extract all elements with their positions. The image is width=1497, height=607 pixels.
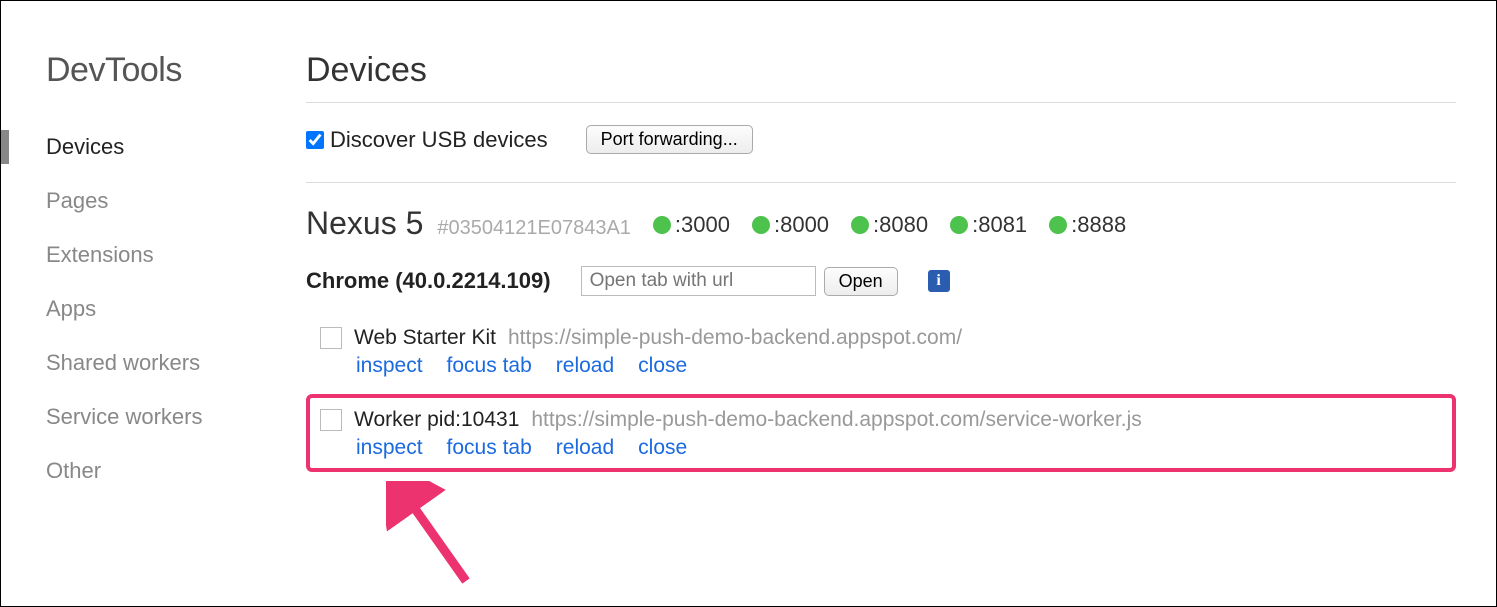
target-title: Web Starter Kit [354, 326, 496, 350]
status-dot-icon [653, 216, 671, 234]
status-dot-icon [950, 216, 968, 234]
divider [306, 102, 1456, 103]
device-header: Nexus 5 #03504121E07843A1 :3000 :8000 :8… [306, 205, 1456, 242]
target-url: https://simple-push-demo-backend.appspot… [531, 408, 1141, 432]
sidebar-item-extensions[interactable]: Extensions [46, 228, 276, 282]
status-dot-icon [851, 216, 869, 234]
port-badge: :8081 [950, 212, 1027, 238]
discover-usb-label: Discover USB devices [330, 127, 548, 153]
sidebar-item-label: Apps [46, 296, 96, 321]
sidebar-item-devices[interactable]: Devices [46, 120, 276, 174]
target-checkbox[interactable] [320, 409, 342, 431]
reload-link[interactable]: reload [556, 354, 614, 378]
divider [306, 182, 1456, 183]
sidebar-item-label: Shared workers [46, 350, 200, 375]
main-content: Devices Discover USB devices Port forwar… [276, 21, 1496, 606]
page-title: Devices [306, 51, 1456, 90]
sidebar-item-pages[interactable]: Pages [46, 174, 276, 228]
sidebar-item-label: Other [46, 458, 101, 483]
sidebar-item-label: Devices [46, 134, 124, 159]
discover-usb-checkbox-wrap[interactable]: Discover USB devices [306, 127, 548, 153]
port-badge: :8000 [752, 212, 829, 238]
focus-tab-link[interactable]: focus tab [447, 354, 532, 378]
device-name: Nexus 5 [306, 205, 423, 242]
target-title: Worker pid:10431 [354, 408, 519, 432]
browser-label: Chrome (40.0.2214.109) [306, 268, 551, 294]
port-badge: :8888 [1049, 212, 1126, 238]
target-block: Web Starter Kit https://simple-push-demo… [306, 312, 1456, 390]
open-tab-url-input[interactable] [581, 266, 816, 296]
close-link[interactable]: close [638, 436, 687, 460]
status-dot-icon [1049, 216, 1067, 234]
sidebar-item-shared-workers[interactable]: Shared workers [46, 336, 276, 390]
sidebar-item-apps[interactable]: Apps [46, 282, 276, 336]
focus-tab-link[interactable]: focus tab [447, 436, 532, 460]
port-forwarding-button[interactable]: Port forwarding... [586, 125, 753, 154]
sidebar-item-service-workers[interactable]: Service workers [46, 390, 276, 444]
sidebar: DevTools Devices Pages Extensions Apps S… [1, 21, 276, 606]
port-badge: :8080 [851, 212, 928, 238]
sidebar-title: DevTools [46, 51, 276, 90]
target-block-highlighted: Worker pid:10431 https://simple-push-dem… [306, 394, 1456, 472]
discover-usb-checkbox[interactable] [306, 131, 324, 149]
device-id: #03504121E07843A1 [437, 217, 631, 240]
port-label: :8081 [972, 212, 1027, 238]
sidebar-item-label: Service workers [46, 404, 202, 429]
sidebar-item-other[interactable]: Other [46, 444, 276, 498]
port-label: :8000 [774, 212, 829, 238]
status-dot-icon [752, 216, 770, 234]
reload-link[interactable]: reload [556, 436, 614, 460]
port-badge: :3000 [653, 212, 730, 238]
sidebar-item-label: Extensions [46, 242, 154, 267]
toolbar: Discover USB devices Port forwarding... [306, 125, 1456, 154]
close-link[interactable]: close [638, 354, 687, 378]
target-url: https://simple-push-demo-backend.appspot… [508, 326, 962, 350]
open-button[interactable]: Open [824, 267, 898, 296]
info-icon[interactable]: i [928, 270, 950, 292]
port-label: :8888 [1071, 212, 1126, 238]
browser-row: Chrome (40.0.2214.109) Open i [306, 266, 1456, 296]
inspect-link[interactable]: inspect [356, 436, 423, 460]
target-checkbox[interactable] [320, 327, 342, 349]
sidebar-item-label: Pages [46, 188, 108, 213]
port-label: :3000 [675, 212, 730, 238]
inspect-link[interactable]: inspect [356, 354, 423, 378]
port-label: :8080 [873, 212, 928, 238]
